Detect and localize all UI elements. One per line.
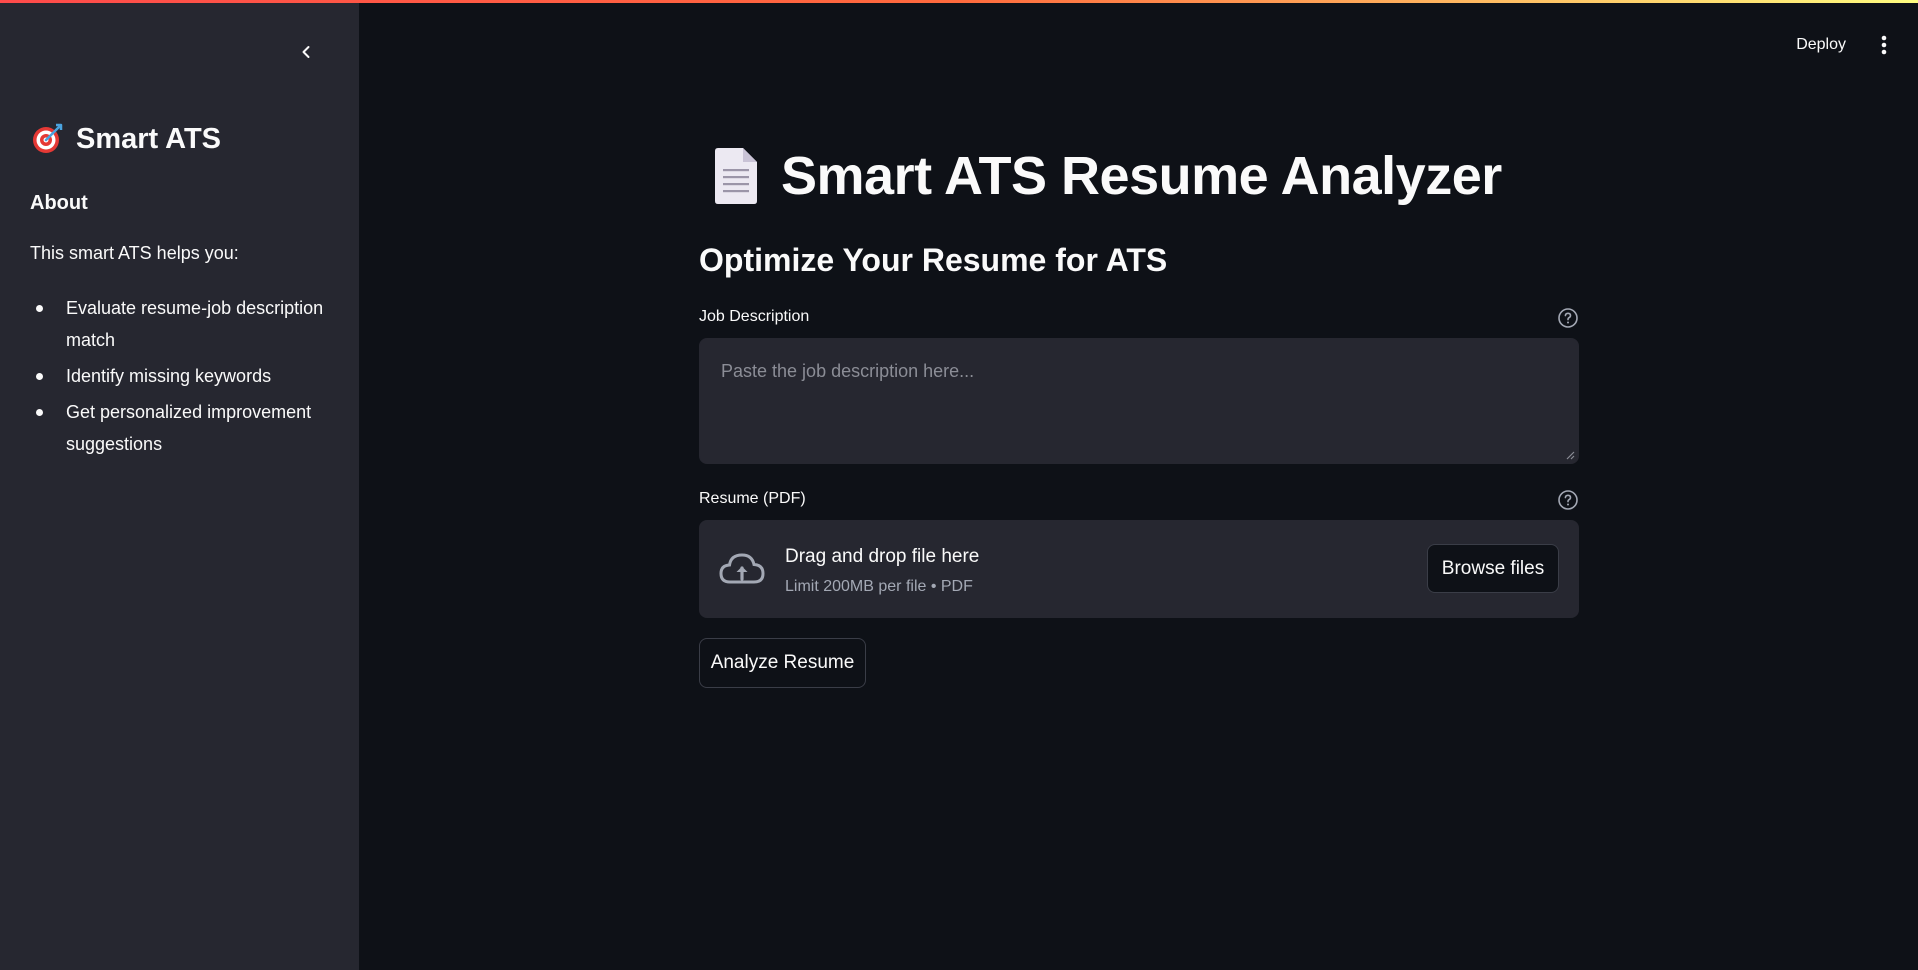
collapse-sidebar-button[interactable] bbox=[290, 36, 322, 68]
list-item: Get personalized improvement suggestions bbox=[30, 396, 335, 460]
analyze-resume-button[interactable]: Analyze Resume bbox=[699, 638, 866, 688]
main-menu-button[interactable] bbox=[1874, 30, 1894, 60]
page-title-text: Smart ATS Resume Analyzer bbox=[781, 146, 1502, 206]
about-heading: About bbox=[30, 192, 88, 214]
help-icon[interactable] bbox=[1557, 489, 1579, 511]
sidebar: Smart ATS About This smart ATS helps you… bbox=[0, 0, 359, 970]
document-icon bbox=[715, 148, 757, 204]
resize-handle-icon[interactable] bbox=[1565, 450, 1575, 460]
resume-dropzone[interactable]: Drag and drop file here Limit 200MB per … bbox=[699, 520, 1579, 618]
dropzone-limit: Limit 200MB per file • PDF bbox=[785, 578, 973, 595]
chevron-left-icon bbox=[302, 46, 310, 58]
help-icon[interactable] bbox=[1557, 307, 1579, 329]
feature-list: Evaluate resume-job description match Id… bbox=[30, 292, 335, 464]
about-intro: This smart ATS helps you: bbox=[30, 243, 239, 263]
browse-files-button[interactable]: Browse files bbox=[1427, 544, 1559, 593]
main-content: Smart ATS Resume Analyzer Optimize Your … bbox=[699, 0, 1579, 970]
sidebar-title-text: Smart ATS bbox=[76, 122, 222, 155]
list-item: Evaluate resume-job description match bbox=[30, 292, 335, 356]
more-vertical-icon bbox=[1881, 35, 1887, 55]
resume-label: Resume (PDF) bbox=[699, 490, 806, 507]
target-icon bbox=[33, 123, 63, 153]
cloud-upload-icon bbox=[719, 553, 765, 584]
page-title: Smart ATS Resume Analyzer bbox=[711, 145, 1502, 207]
job-description-input[interactable] bbox=[721, 361, 1557, 441]
dropzone-instruction: Drag and drop file here bbox=[785, 546, 980, 567]
job-description-label: Job Description bbox=[699, 308, 810, 325]
sidebar-title: Smart ATS bbox=[30, 122, 221, 156]
header-actions: Deploy bbox=[1790, 30, 1894, 60]
deploy-button[interactable]: Deploy bbox=[1790, 32, 1852, 58]
list-item: Identify missing keywords bbox=[30, 360, 335, 392]
job-description-field[interactable] bbox=[699, 338, 1579, 464]
section-subtitle: Optimize Your Resume for ATS bbox=[699, 242, 1168, 278]
top-accent-bar bbox=[0, 0, 1918, 3]
